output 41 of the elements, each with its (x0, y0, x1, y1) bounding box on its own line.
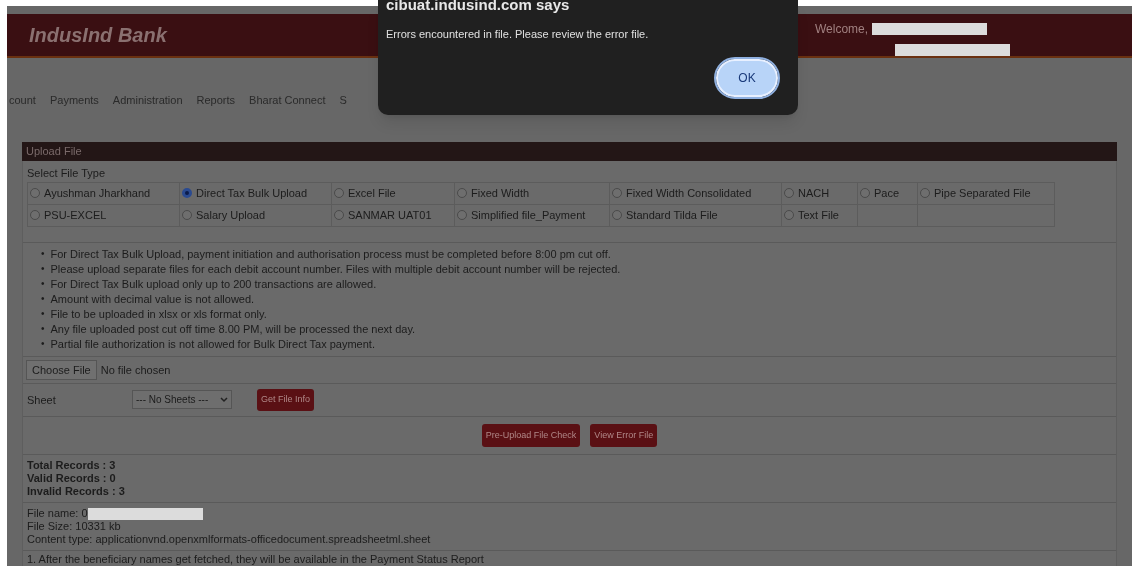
ok-button[interactable]: OK (716, 58, 778, 97)
action-button[interactable]: Pre-Upload File Check (481, 423, 581, 447)
welcome-text: Welcome, (815, 21, 869, 38)
note-item: For Direct Tax Bulk Upload, payment initiation and authorisation process must be completed before 8:00 pm cut off. (50, 246, 611, 262)
bullet: • (41, 291, 45, 305)
record-count: Invalid Records : 3 (27, 485, 126, 498)
section-label: Select File Type (26, 166, 107, 181)
bullet: • (41, 261, 45, 275)
bullet: • (41, 321, 45, 335)
chevron-icon (220, 396, 228, 403)
bullet: • (41, 246, 45, 260)
sheet-label: Sheet (27, 392, 57, 408)
file-info-text: Content type: applicationvnd.openxmlformats-officedocument.spreadsheetml.sheet (27, 533, 431, 546)
file-info-text: File Size: 10331 kb (27, 520, 121, 533)
note-text: 1. After the beneficiary names get fetched, they will be available in the Payment Status Report (26, 552, 485, 566)
note-item: Please upload separate files for each debit account number. Files with multiple debit account number will be rejected. (50, 261, 621, 277)
bank-logo: IndusInd Bank (29, 23, 167, 48)
nav-link[interactable]: Reports (196, 91, 236, 109)
note-item: File to be uploaded in xlsx or xls format only. (50, 306, 267, 322)
file-info-text: File name: 0 (27, 507, 88, 520)
dialog-message: Errors encountered in file. Please review the error file. (386, 27, 650, 42)
record-count: Valid Records : 0 (27, 472, 117, 485)
nav-link[interactable]: Bharat Connect (249, 91, 326, 109)
record-count: Total Records : 3 (27, 459, 117, 472)
note-item: Any file uploaded post cut off time 8.00 PM, will be processed the next day. (50, 321, 416, 337)
note-item: Amount with decimal value is not allowed. (50, 291, 255, 307)
get-file-info-button[interactable]: Get File Info (257, 389, 315, 411)
note-item: For Direct Tax Bulk upload only up to 200 transactions are allowed. (50, 276, 377, 292)
choose-file-button[interactable]: Choose File (26, 359, 97, 380)
nav-link[interactable]: S (339, 91, 347, 109)
note-item: Partial file authorization is not allowed for Bulk Direct Tax payment. (50, 336, 375, 352)
action-button[interactable]: View Error File (590, 423, 658, 447)
nav-link[interactable]: count (9, 91, 36, 109)
nav-link[interactable]: Payments (49, 91, 99, 109)
nav-link[interactable]: Administration (112, 91, 183, 109)
sheet-dropdown[interactable]: --- No Sheets --- (132, 390, 232, 410)
bullet: • (41, 276, 45, 290)
file-status-text: No file chosen (100, 362, 171, 378)
panel-title-bar: Upload File (22, 142, 1117, 161)
bullet: • (41, 306, 45, 320)
bullet: • (41, 336, 45, 350)
